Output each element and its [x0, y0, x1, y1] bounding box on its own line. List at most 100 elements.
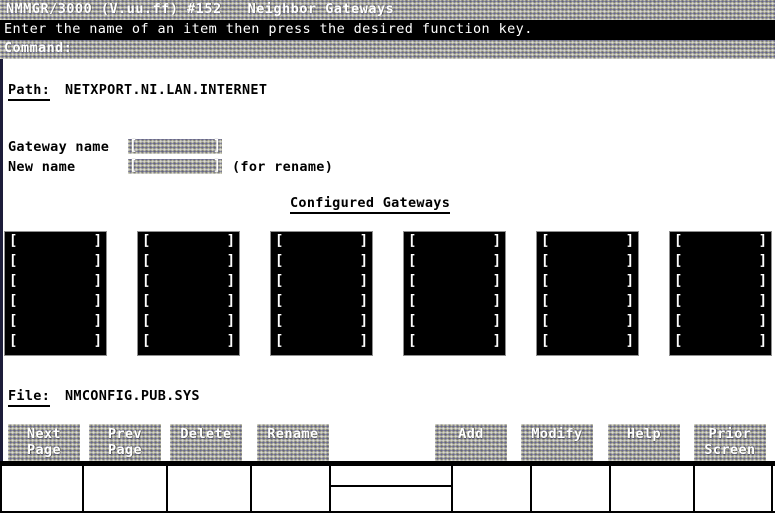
fkey-label-line2: Screen	[704, 442, 756, 458]
status-cell[interactable]	[0, 466, 84, 511]
fkey-label-line1: Next	[26, 426, 62, 442]
gateway-entry-field[interactable]: []	[670, 252, 771, 272]
gateway-column: [][][][][][]	[669, 231, 772, 356]
bracket-close-icon: ]	[93, 273, 102, 289]
command-bar[interactable]: Command:	[0, 40, 775, 59]
bracket-open-icon: [	[541, 333, 550, 349]
gateway-entry-field[interactable]: []	[271, 312, 372, 332]
gateway-entry-field[interactable]: []	[670, 312, 771, 332]
gateway-entry-field[interactable]: []	[537, 292, 638, 312]
gateway-entry-field[interactable]: []	[404, 232, 505, 252]
fkey-label-line2: Page	[26, 442, 62, 458]
bracket-close-icon: ]	[359, 273, 368, 289]
status-cell[interactable]	[331, 466, 453, 511]
bracket-close-icon: ]	[93, 293, 102, 309]
bracket-open-icon: [	[674, 273, 683, 289]
bracket-close-icon: ]	[758, 333, 767, 349]
gateway-entry-field[interactable]: []	[404, 332, 505, 352]
bracket-close-icon: ]	[93, 333, 102, 349]
status-cell[interactable]	[532, 466, 611, 511]
instruction-text: Enter the name of an item then press the…	[4, 21, 533, 37]
bracket-open-icon: [	[541, 253, 550, 269]
gateway-entry-field[interactable]: []	[404, 292, 505, 312]
gateway-entry-field[interactable]: []	[138, 232, 239, 252]
gateway-entry-field[interactable]: []	[537, 332, 638, 352]
bracket-close-icon: ]	[226, 233, 235, 249]
gateway-column: [][][][][][]	[270, 231, 373, 356]
bracket-close-icon: ]	[758, 273, 767, 289]
command-label: Command:	[4, 40, 73, 56]
bracket-close-icon: ]	[226, 313, 235, 329]
status-cell[interactable]	[695, 466, 773, 511]
status-cell-divider	[331, 485, 451, 487]
fkey-prior-screen-button[interactable]: Prior Screen	[694, 424, 766, 461]
bracket-open-icon: [	[541, 293, 550, 309]
bracket-close-icon: ]	[625, 233, 634, 249]
status-cell[interactable]	[168, 466, 252, 511]
bracket-close-icon: ]	[93, 233, 102, 249]
gateway-entry-field[interactable]: []	[5, 292, 106, 312]
fkey-rename-button[interactable]: Rename	[257, 424, 329, 461]
bracket-open-icon: [	[142, 273, 151, 289]
gateway-entry-field[interactable]: []	[5, 232, 106, 252]
gateway-entry-field[interactable]: []	[138, 312, 239, 332]
bracket-close-icon: ]	[359, 313, 368, 329]
fkey-label-line1: Add	[458, 426, 484, 442]
gateway-entry-field[interactable]: []	[271, 252, 372, 272]
bracket-open-icon: [	[408, 293, 417, 309]
bracket-open-icon: [	[142, 233, 151, 249]
fkey-prev-page-button[interactable]: Prev Page	[89, 424, 161, 461]
gateway-entry-field[interactable]: []	[138, 332, 239, 352]
gateway-entry-field[interactable]: []	[537, 252, 638, 272]
bracket-close-icon: ]	[226, 333, 235, 349]
gateway-entry-field[interactable]: []	[138, 272, 239, 292]
gateway-entry-field[interactable]: []	[537, 272, 638, 292]
bracket-open-icon: [	[142, 253, 151, 269]
bracket-open-icon: [	[674, 253, 683, 269]
gateway-entry-field[interactable]: []	[404, 252, 505, 272]
bracket-open-icon: [	[408, 233, 417, 249]
bracket-close-icon: ]	[359, 253, 368, 269]
bracket-open-icon: [	[142, 313, 151, 329]
gateway-entry-field[interactable]: []	[5, 332, 106, 352]
gateway-entry-field[interactable]: []	[670, 272, 771, 292]
gateway-entry-field[interactable]: []	[670, 332, 771, 352]
fkey-next-page-button[interactable]: Next Page	[8, 424, 80, 461]
new-name-note: (for rename)	[232, 159, 334, 175]
bracket-open-icon: [	[408, 273, 417, 289]
fkey-delete-button[interactable]: Delete	[170, 424, 242, 461]
function-key-bar: Next Page Prev Page Delete Rename Add Modify Hel…	[0, 424, 775, 461]
bracket-open-icon: [	[9, 313, 18, 329]
gateway-entry-field[interactable]: []	[5, 272, 106, 292]
bracket-close-icon: ]	[93, 253, 102, 269]
status-cell[interactable]	[611, 466, 695, 511]
bracket-close-icon: ]	[492, 313, 501, 329]
gateway-entry-field[interactable]: []	[537, 232, 638, 252]
terminal-screen: NMMGR/3000 (V.uu.ff) #152 Neighbor Gatew…	[0, 0, 775, 513]
fkey-label-line1: Rename	[267, 426, 319, 442]
gateway-entry-field[interactable]: []	[271, 232, 372, 252]
gateway-entry-field[interactable]: []	[404, 272, 505, 292]
gateway-entry-field[interactable]: []	[5, 252, 106, 272]
gateway-entry-field[interactable]: []	[271, 332, 372, 352]
gateway-entry-field[interactable]: []	[271, 272, 372, 292]
fkey-label-line1: Help	[626, 426, 662, 442]
bracket-open-icon: [	[9, 333, 18, 349]
gateway-entry-field[interactable]: []	[670, 232, 771, 252]
gateway-entry-field[interactable]: []	[271, 292, 372, 312]
status-cell[interactable]	[84, 466, 168, 511]
status-cell[interactable]	[453, 466, 532, 511]
gateway-entry-field[interactable]: []	[5, 312, 106, 332]
fkey-add-button[interactable]: Add	[435, 424, 507, 461]
gateway-name-input[interactable]: [ ]	[128, 139, 222, 154]
gateway-entry-field[interactable]: []	[138, 292, 239, 312]
fkey-help-button[interactable]: Help	[608, 424, 680, 461]
status-cell[interactable]	[252, 466, 331, 511]
gateway-entry-field[interactable]: []	[670, 292, 771, 312]
gateway-entry-field[interactable]: []	[138, 252, 239, 272]
new-name-input[interactable]: [ ]	[128, 159, 222, 174]
gateway-entry-field[interactable]: []	[537, 312, 638, 332]
fkey-label-line1: Prev	[107, 426, 143, 442]
fkey-modify-button[interactable]: Modify	[521, 424, 593, 461]
gateway-entry-field[interactable]: []	[404, 312, 505, 332]
